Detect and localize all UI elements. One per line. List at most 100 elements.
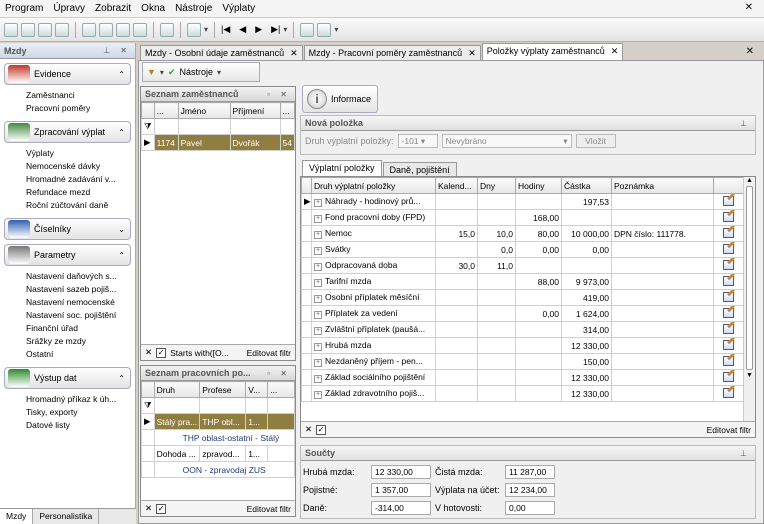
table-cell[interactable]: + Základ sociálního pojištění (311, 369, 436, 386)
tab-osobni-udaje[interactable]: Mzdy - Osobní údaje zaměstnanců ✕ (140, 45, 303, 60)
nav-item[interactable]: Roční zúčtování daně (26, 199, 135, 212)
table-row[interactable]: + Osobní příplatek měsíční 419,00 (301, 289, 744, 306)
table-cell[interactable]: 314,00 (561, 321, 612, 338)
table-cell[interactable]: 1 624,00 (561, 305, 612, 322)
table-cell[interactable] (435, 337, 478, 354)
nav-item[interactable]: Výplaty (26, 147, 135, 160)
filter-cell[interactable] (229, 118, 281, 135)
table-cell[interactable] (477, 289, 516, 306)
column-header[interactable]: Příjmení (229, 102, 281, 119)
new-record-icon[interactable] (82, 22, 96, 37)
table-cell[interactable]: 11,0 (477, 257, 516, 274)
table-cell[interactable]: 12 330,00 (561, 369, 612, 386)
menu-item-0[interactable]: Program (0, 3, 48, 14)
nav-group-header[interactable]: Zpracování výplat ⌃ (4, 121, 131, 143)
menu-item-4[interactable]: Nástroje (170, 3, 217, 14)
table-cell[interactable]: 0,00 (515, 305, 562, 322)
table-cell[interactable]: + Příplatek za vedení (311, 305, 436, 322)
table-row[interactable]: ▶ 1174 Pavel Dvořák 54 (141, 134, 296, 151)
table-cell[interactable] (515, 289, 562, 306)
edit-cell[interactable] (713, 385, 744, 402)
table-cell[interactable] (435, 241, 478, 258)
column-header[interactable]: Poznámka (611, 177, 714, 194)
refresh-icon[interactable] (160, 22, 174, 37)
window-controls-icon[interactable]: ▫ ✕ (267, 90, 291, 99)
filter-icon[interactable]: ▼ (147, 67, 156, 77)
column-header[interactable]: Druh (153, 381, 201, 398)
edit-filter-link[interactable]: Editovat filtr (247, 348, 291, 358)
edit-icon[interactable] (723, 371, 734, 382)
table-row[interactable]: ▶ Stálý pra... THP obl... 1... (141, 413, 295, 430)
chevron-down-icon[interactable]: ▾ (283, 25, 287, 34)
table-row[interactable]: + Zvláštní příplatek (paušá... 314,00 (301, 321, 744, 338)
table-cell[interactable] (477, 385, 516, 402)
menu-item-2[interactable]: Zobrazit (90, 3, 136, 14)
table-cell[interactable]: 0,00 (515, 241, 562, 258)
table-cell[interactable]: 12 330,00 (561, 337, 612, 354)
nav-item[interactable]: Nastavení nemocenské (26, 296, 135, 309)
filter-cell[interactable] (279, 118, 296, 135)
table-cell[interactable]: + Základ zdravotního pojiš... (311, 385, 436, 402)
nav-item[interactable]: Ostatní (26, 348, 135, 361)
expand-icon[interactable]: + (314, 311, 322, 319)
pin-icon[interactable]: ⊥ ✕ (103, 46, 131, 55)
next-record-icon[interactable]: ▶ (255, 24, 262, 35)
table-cell[interactable] (435, 385, 478, 402)
expand-icon[interactable]: + (314, 359, 322, 367)
expand-icon[interactable]: + (314, 375, 322, 383)
tab-vyplatni-polozky[interactable]: Výplatní položky (302, 160, 382, 176)
table-cell[interactable]: Dvořák (229, 134, 281, 151)
clear-filter-icon[interactable]: ✕ (145, 347, 152, 358)
table-cell[interactable]: + Fond pracovní doby (FPD) (311, 209, 436, 226)
table-cell[interactable]: 10 000,00 (561, 225, 612, 242)
tab-polozky-vyplaty[interactable]: Položky výplaty zaměstnanců ✕ (481, 43, 624, 60)
table-cell[interactable] (515, 193, 562, 210)
table-row[interactable]: + Svátky 0,0 0,00 0,00 (301, 241, 744, 258)
first-record-icon[interactable]: |◀ (221, 24, 230, 35)
filter-checkbox[interactable]: ✓ (316, 424, 327, 435)
table-cell[interactable]: + Nezdaněný příjem - pen... (311, 353, 436, 370)
save-all-icon[interactable] (21, 22, 35, 37)
table-cell[interactable]: 197,53 (561, 193, 612, 210)
prev-record-icon[interactable]: ◀ (239, 24, 246, 35)
nav-item[interactable]: Nastavení sazeb pojiš... (26, 283, 135, 296)
table-cell[interactable]: + Hrubá mzda (311, 337, 436, 354)
close-window-icon[interactable]: ✕ (740, 2, 758, 13)
tools-menu-button[interactable]: Nástroje (179, 67, 213, 77)
column-header[interactable]: Profese (199, 381, 247, 398)
clear-filter-icon[interactable]: ✕ (305, 424, 312, 435)
nav-group-header[interactable]: Výstup dat ⌃ (4, 367, 131, 389)
table-cell[interactable]: 419,00 (561, 289, 612, 306)
table-row[interactable]: + Tarifní mzda 88,00 9 973,00 (301, 273, 744, 290)
table-cell[interactable] (515, 385, 562, 402)
edit-cell[interactable] (713, 193, 744, 210)
form-icon[interactable] (187, 22, 201, 37)
column-header[interactable]: ... (153, 102, 179, 119)
expand-icon[interactable]: + (314, 295, 322, 303)
nav-item[interactable]: Zaměstnanci (26, 89, 135, 102)
edit-icon[interactable] (723, 307, 734, 318)
table-row[interactable]: + Základ zdravotního pojiš... 12 330,00 (301, 385, 744, 402)
edit-cell[interactable] (713, 241, 744, 258)
table-row[interactable]: + Hrubá mzda 12 330,00 (301, 337, 744, 354)
table-cell[interactable] (477, 321, 516, 338)
filter-checkbox[interactable]: ✓ (156, 347, 167, 358)
edit-filter-link[interactable]: Editovat filtr (247, 504, 291, 514)
chevron-down-icon[interactable]: ▾ (334, 25, 338, 34)
table-cell[interactable] (435, 273, 478, 290)
nav-group-header[interactable]: Evidence ⌃ (4, 63, 131, 85)
filter-cell[interactable] (267, 397, 295, 414)
nav-item[interactable]: Nemocenské dávky (26, 160, 135, 173)
table-cell[interactable] (435, 289, 478, 306)
edit-icon[interactable] (723, 355, 734, 366)
nav-item[interactable]: Pracovní poměry (26, 102, 135, 115)
table-cell[interactable]: 1... (245, 445, 269, 462)
edit-cell[interactable] (713, 289, 744, 306)
scroll-down-icon[interactable]: ▼ (744, 372, 755, 379)
nav-item[interactable]: Srážky ze mzdy (26, 335, 135, 348)
table-cell[interactable]: 10,0 (477, 225, 516, 242)
table-cell[interactable] (611, 257, 714, 274)
menu-item-3[interactable]: Okna (136, 3, 170, 14)
table-cell[interactable] (477, 209, 516, 226)
tab-pracovni-pomery[interactable]: Mzdy - Pracovní poměry zaměstnanců ✕ (303, 45, 481, 60)
